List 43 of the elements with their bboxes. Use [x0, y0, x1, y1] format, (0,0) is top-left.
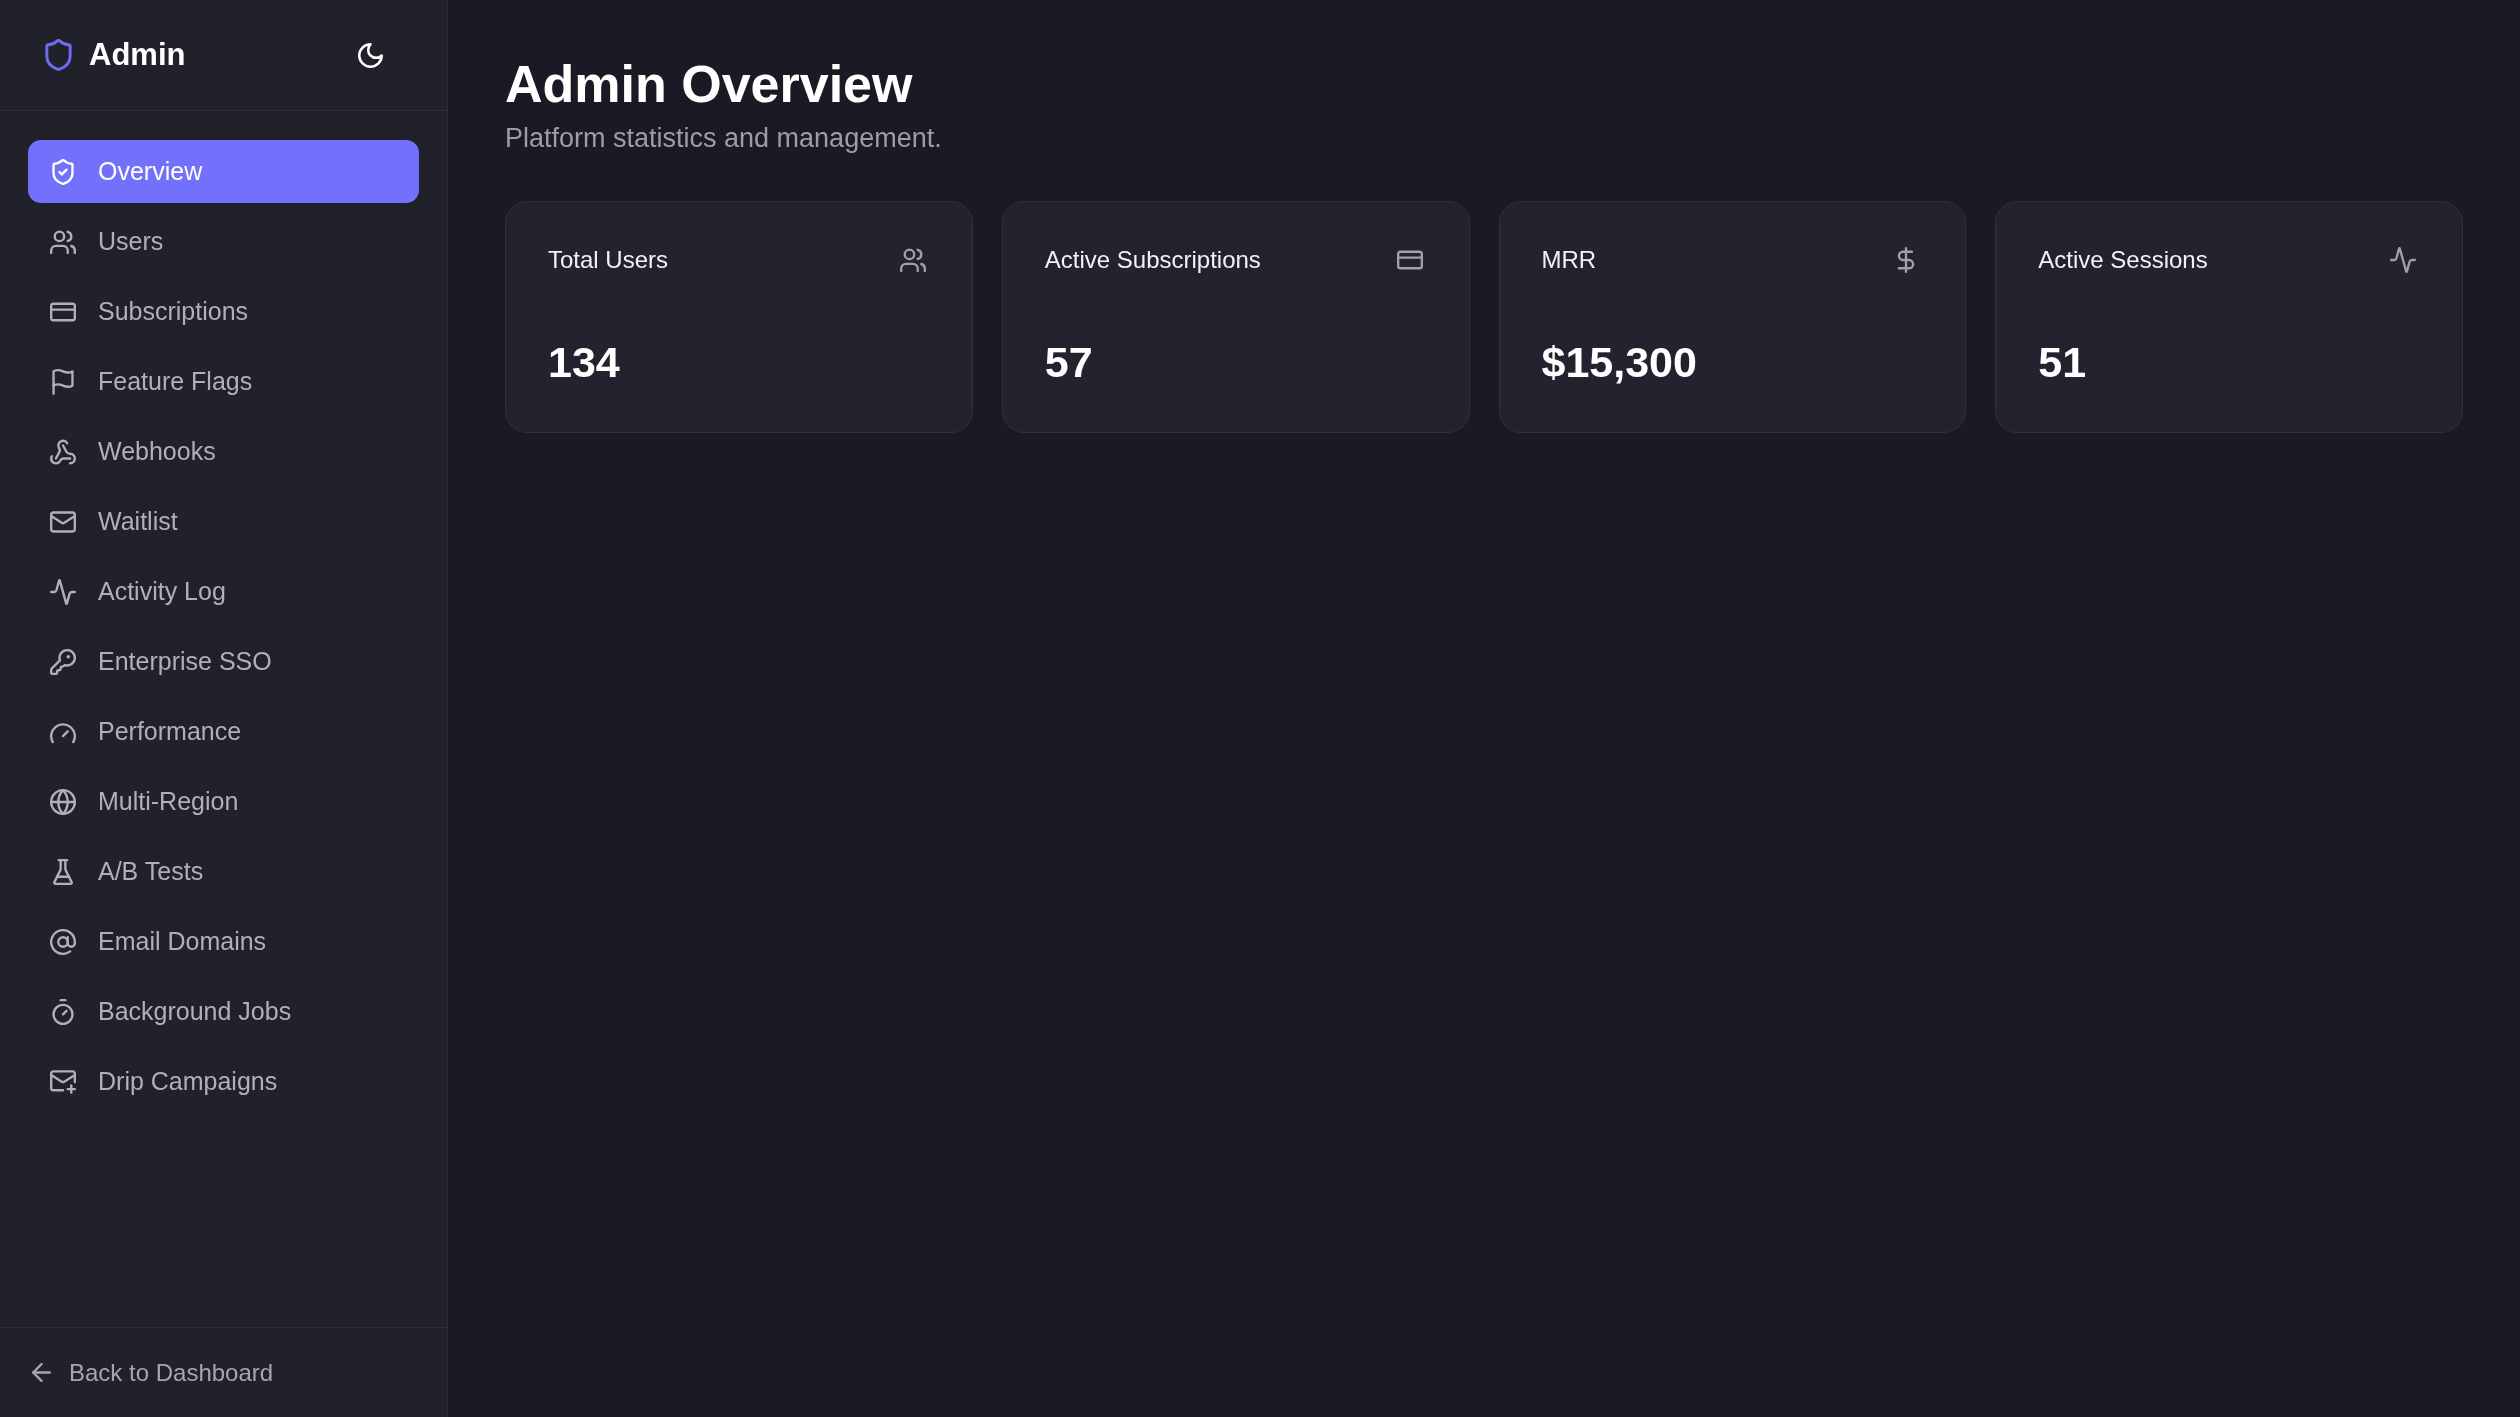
- nav-item[interactable]: Waitlist: [28, 490, 419, 553]
- moon-icon: [358, 42, 383, 68]
- nav-item[interactable]: Drip Campaigns: [28, 1050, 419, 1113]
- stat-value: 51: [2038, 337, 2088, 387]
- nav-item[interactable]: Activity Log: [28, 560, 419, 623]
- stat-label: Active Sessions: [2038, 245, 2208, 275]
- globe-icon: [50, 788, 76, 815]
- back-link[interactable]: Back to Dashboard: [32, 1358, 274, 1387]
- pulse-line-icon: [50, 578, 76, 605]
- webhook-icon: [50, 438, 76, 465]
- page-subtitle: Platform statistics and management.: [505, 122, 943, 155]
- arrow-left-icon: [32, 1363, 51, 1382]
- stat-label: Active Subscriptions: [1044, 245, 1261, 275]
- brand-name: Admin: [89, 37, 186, 73]
- stat-label: MRR: [1541, 245, 1597, 275]
- stat-value: $15,300: [1541, 337, 1698, 387]
- key-icon: [50, 648, 76, 675]
- nav-item[interactable]: Feature Flags: [28, 350, 419, 413]
- nav-item[interactable]: Overview: [28, 140, 419, 203]
- nav-item[interactable]: A/B Tests: [28, 840, 419, 903]
- nav-item[interactable]: Performance: [28, 700, 419, 763]
- stat-value: 134: [548, 337, 621, 387]
- nav-item[interactable]: Webhooks: [28, 420, 419, 483]
- page-title: Admin Overview: [505, 54, 914, 114]
- nav-item[interactable]: Background Jobs: [28, 980, 419, 1043]
- pulse-line-icon: [2390, 247, 2416, 273]
- at-sign-icon: [50, 928, 76, 955]
- flask-icon: [50, 858, 76, 885]
- nav-item[interactable]: Subscriptions: [28, 280, 419, 343]
- nav-item[interactable]: Email Domains: [28, 910, 419, 973]
- flag-icon: [50, 368, 76, 395]
- shield-check-icon: [50, 158, 76, 185]
- nav-item[interactable]: Enterprise SSO: [28, 630, 419, 693]
- shield-icon: [45, 39, 72, 71]
- stat-label: Total Users: [548, 245, 669, 275]
- users-icon: [899, 247, 926, 273]
- nav-item[interactable]: Multi-Region: [28, 770, 419, 833]
- nav-item[interactable]: Users: [28, 210, 419, 273]
- envelope-icon: [50, 508, 76, 535]
- users-icon: [50, 228, 76, 255]
- stat-value: 57: [1044, 337, 1094, 387]
- stopwatch-icon: [50, 998, 76, 1025]
- envelope-plus-icon: [50, 1068, 76, 1095]
